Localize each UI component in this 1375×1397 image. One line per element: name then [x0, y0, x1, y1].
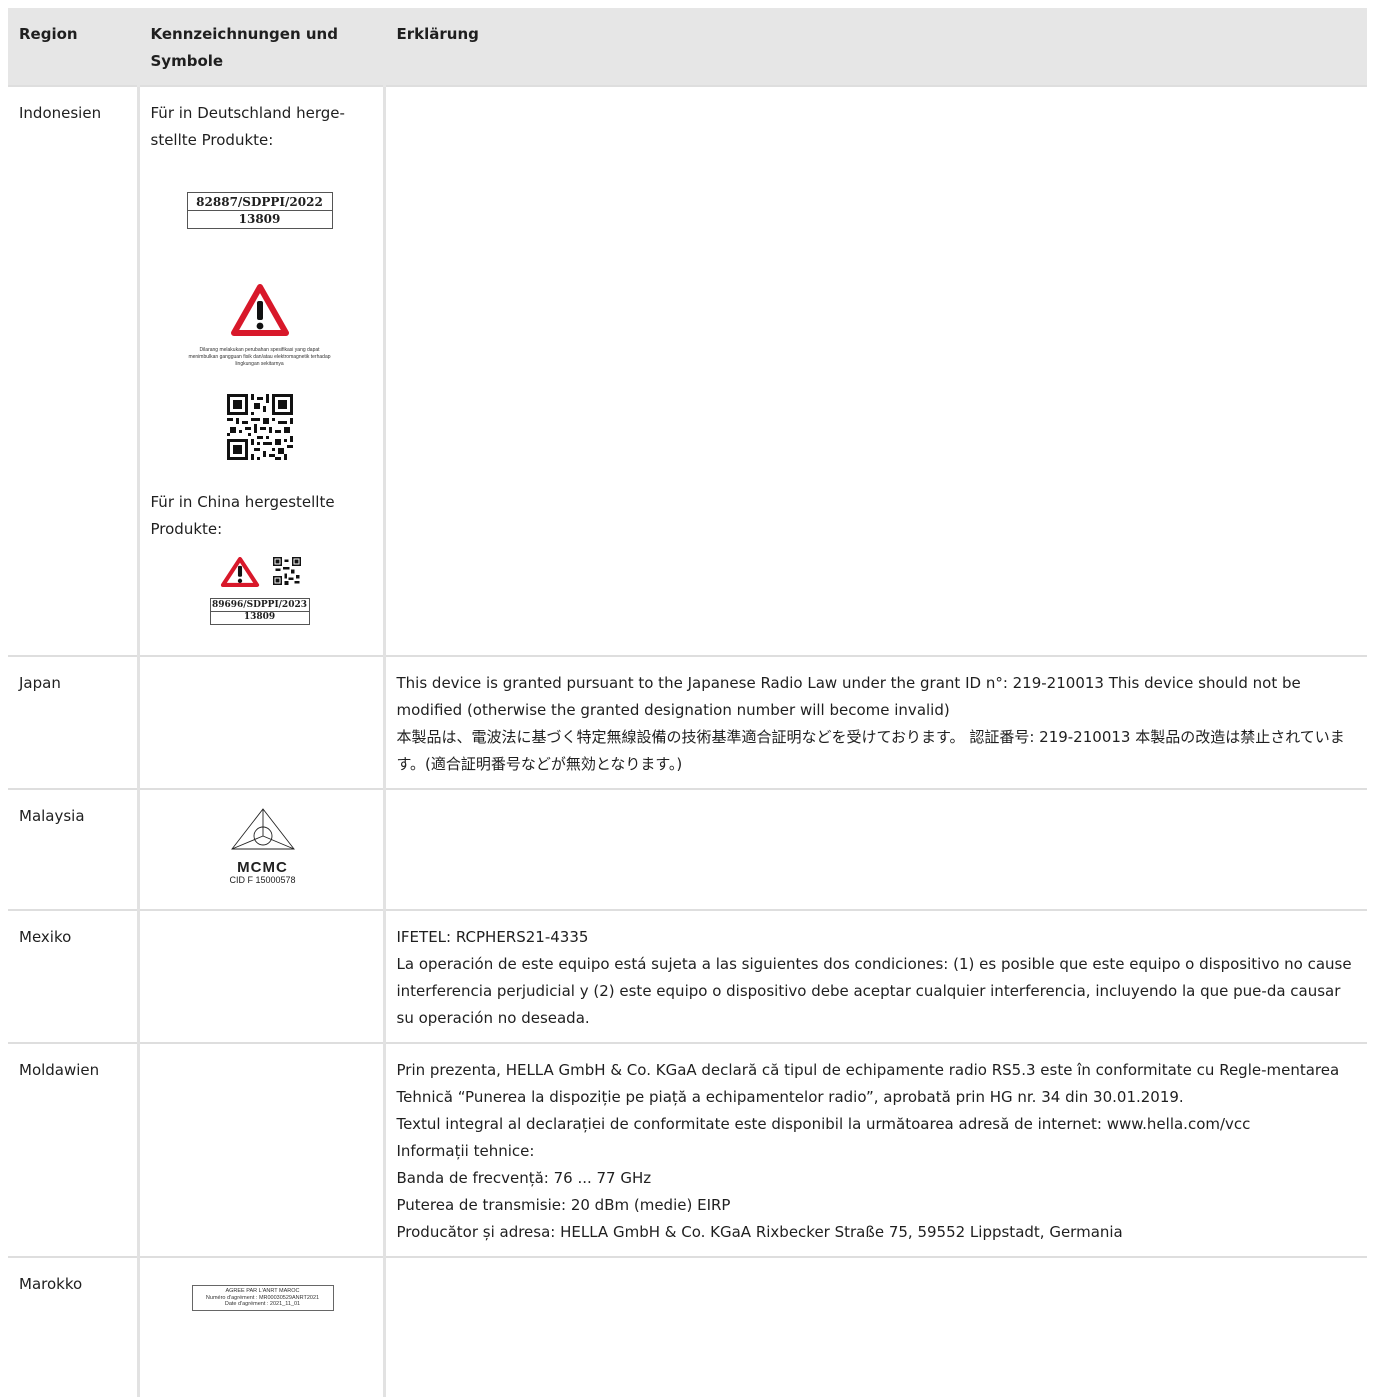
regulatory-table: Region Kennzeichnungen und Symbole Erklä…: [8, 8, 1367, 1397]
table-row-moldova: Moldawien Prin prezenta, HELLA GmbH & Co…: [8, 1042, 1367, 1257]
symbols-cell: [136, 909, 384, 1043]
table-row-mexico: Mexiko IFETEL: RCPHERS21-4335 La operaci…: [8, 909, 1367, 1043]
mexico-line-2: La operación de este equipo está sujeta …: [396, 955, 1352, 1027]
germany-note: Für in Deutschland herge-stellte Produkt…: [150, 104, 345, 149]
moldova-line-4: Banda de frecvență: 76 ... 77 GHz: [396, 1169, 652, 1187]
symbols-cell: MCMC CID F 15000578: [136, 788, 384, 910]
anrt-approval-label: AGREE PAR L'ANRT MAROC Numéro d'agrément…: [191, 1285, 334, 1311]
region-cell: Marokko: [8, 1256, 138, 1397]
qr-code-icon: [226, 394, 293, 460]
mcmc-logo: MCMC CID F 15000578: [151, 807, 375, 886]
moldova-line-6: Producător și adresa: HELLA GmbH & Co. K…: [396, 1223, 1123, 1241]
sdppi-label-germany: 82887/SDPPI/2022 13809: [186, 192, 333, 229]
explanation-cell: [382, 788, 1367, 910]
china-note: Für in China hergestellte Produkte:: [150, 493, 335, 538]
region-cell: Moldawien: [8, 1042, 138, 1257]
moldova-line-1: Prin prezenta, HELLA GmbH & Co. KGaA dec…: [396, 1061, 1340, 1106]
region-cell: Japan: [8, 655, 138, 789]
table-row-malaysia: Malaysia MCMC CID F 15000578: [8, 788, 1367, 910]
table-row-morocco: Marokko AGREE PAR L'ANRT MAROC Numéro d'…: [8, 1256, 1367, 1397]
explanation-cell: Prin prezenta, HELLA GmbH & Co. KGaA dec…: [382, 1042, 1367, 1257]
table-row-japan: Japan This device is granted pursuant to…: [8, 655, 1367, 789]
warning-triangle-small-icon: [220, 557, 259, 587]
explanation-cell: IFETEL: RCPHERS21-4335 La operación de e…: [382, 909, 1367, 1043]
warning-text: Dilarang melakukan perubahan spesifikasi…: [188, 347, 331, 367]
symbols-cell: Für in Deutschland herge-stellte Produkt…: [136, 85, 384, 656]
explanation-cell: [382, 85, 1367, 656]
mcmc-cid: CID F 15000578: [229, 875, 296, 885]
table-header-row: Region Kennzeichnungen und Symbole Erklä…: [8, 8, 1367, 86]
explanation-cell: [382, 1256, 1367, 1397]
explanation-cell: This device is granted pursuant to the J…: [382, 655, 1367, 789]
region-cell: Indonesien: [8, 85, 138, 656]
qr-code-small-icon: [272, 557, 301, 585]
region-cell: Mexiko: [8, 909, 138, 1043]
symbols-cell: AGREE PAR L'ANRT MAROC Numéro d'agrément…: [136, 1256, 384, 1397]
symbols-cell: [136, 1042, 384, 1257]
sdppi-label-china: 89696/SDPPI/2023 13809: [209, 598, 310, 625]
header-explanation: Erklärung: [382, 8, 1367, 86]
mexico-line-1: IFETEL: RCPHERS21-4335: [396, 928, 589, 946]
mcmc-triangle-icon: [230, 808, 295, 850]
symbols-cell: [136, 655, 384, 789]
region-cell: Malaysia: [8, 788, 138, 910]
warning-triangle-icon: [230, 284, 289, 336]
table-row-indonesia: Indonesien Für in Deutschland herge-stel…: [8, 85, 1367, 656]
mcmc-label: MCMC: [237, 859, 288, 876]
japan-text-en: This device is granted pursuant to the J…: [396, 674, 1301, 719]
japan-text-ja: 本製品は、電波法に基づく特定無線設備の技術基準適合証明などを受けております。 認…: [396, 728, 1345, 773]
moldova-line-5: Puterea de transmisie: 20 dBm (medie) EI…: [396, 1196, 731, 1214]
header-region: Region: [8, 8, 138, 86]
header-symbols: Kennzeichnungen und Symbole: [136, 8, 384, 86]
moldova-line-3: Informații tehnice:: [396, 1142, 535, 1160]
moldova-line-2: Textul integral al declarației de confor…: [396, 1115, 1251, 1133]
